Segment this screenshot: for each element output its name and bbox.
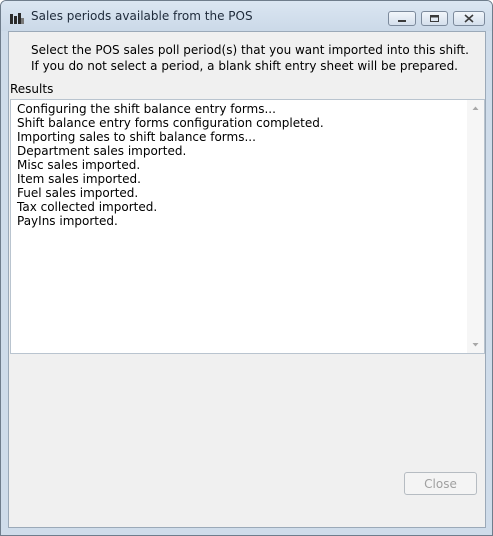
results-line: Misc sales imported.	[17, 158, 141, 172]
results-line: Shift balance entry forms configuration …	[17, 116, 324, 130]
results-line: Configuring the shift balance entry form…	[17, 102, 276, 116]
minimize-button[interactable]	[388, 11, 416, 26]
dialog-window: Sales periods available from the POS Sel…	[0, 0, 493, 536]
close-button[interactable]: Close	[404, 472, 477, 495]
results-line: Fuel sales imported.	[17, 186, 139, 200]
dialog-body: Select the POS sales poll period(s) that…	[8, 31, 486, 528]
results-line: Importing sales to shift balance forms..…	[17, 130, 256, 144]
maximize-icon	[430, 15, 439, 22]
scroll-up-button[interactable]	[467, 100, 484, 117]
vertical-scrollbar[interactable]	[467, 100, 484, 353]
window-title: Sales periods available from the POS	[31, 9, 253, 23]
scroll-down-arrow-icon	[472, 343, 479, 347]
results-label: Results	[10, 82, 54, 96]
minimize-icon	[398, 20, 406, 22]
results-line: Tax collected imported.	[17, 200, 158, 214]
close-icon	[464, 14, 474, 23]
maximize-button[interactable]	[421, 11, 448, 26]
title-bar[interactable]: Sales periods available from the POS	[1, 1, 492, 31]
results-lines: Configuring the shift balance entry form…	[17, 102, 324, 228]
results-line: Item sales imported.	[17, 172, 141, 186]
scroll-up-arrow-icon	[472, 106, 479, 110]
results-textarea[interactable]: Configuring the shift balance entry form…	[10, 99, 485, 354]
scroll-down-button[interactable]	[467, 336, 484, 353]
results-line: PayIns imported.	[17, 214, 118, 228]
app-icon	[10, 10, 24, 24]
results-line: Department sales imported.	[17, 144, 187, 158]
instruction-line-1: Select the POS sales poll period(s) that…	[31, 43, 469, 57]
close-window-button[interactable]	[453, 11, 485, 26]
instruction-line-2: If you do not select a period, a blank s…	[31, 59, 458, 73]
